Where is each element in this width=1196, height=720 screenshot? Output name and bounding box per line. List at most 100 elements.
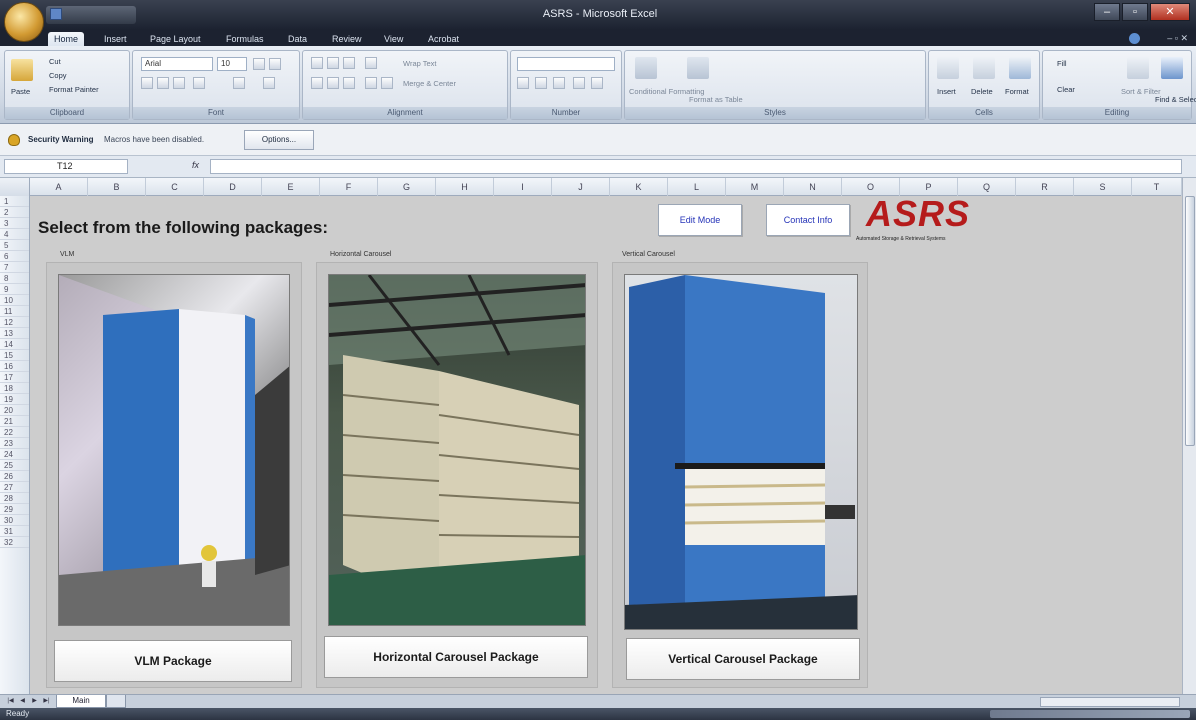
tab-page-layout[interactable]: Page Layout — [150, 32, 201, 46]
zoom-slider[interactable] — [990, 710, 1190, 718]
row-header[interactable]: 24 — [0, 449, 29, 460]
column-header[interactable]: R — [1016, 178, 1074, 196]
row-header[interactable]: 3 — [0, 218, 29, 229]
orientation-icon[interactable] — [365, 57, 377, 69]
underline-icon[interactable] — [173, 77, 185, 89]
close-button[interactable]: ✕ — [1150, 3, 1190, 21]
row-header[interactable]: 22 — [0, 427, 29, 438]
increase-decimal-icon[interactable] — [573, 77, 585, 89]
column-header[interactable]: C — [146, 178, 204, 196]
fill-button[interactable]: Fill — [1057, 59, 1067, 68]
function-icon[interactable]: fx — [192, 160, 204, 173]
column-header[interactable]: K — [610, 178, 668, 196]
insert-cells-icon[interactable] — [937, 57, 959, 79]
office-button[interactable] — [4, 2, 44, 42]
row-header[interactable]: 26 — [0, 471, 29, 482]
clear-button[interactable]: Clear — [1057, 85, 1075, 94]
font-name-input[interactable]: Arial — [141, 57, 213, 71]
row-header[interactable]: 12 — [0, 317, 29, 328]
horizontal-scrollbar[interactable] — [1040, 697, 1180, 707]
vlm-photo[interactable] — [58, 274, 290, 626]
minimize-button[interactable]: – — [1094, 3, 1120, 21]
last-sheet-icon[interactable]: ▶| — [42, 697, 51, 706]
delete-button[interactable]: Delete — [971, 87, 993, 96]
options-button[interactable]: Options... — [244, 130, 314, 150]
font-color-icon[interactable] — [263, 77, 275, 89]
formula-input[interactable] — [210, 159, 1182, 174]
delete-cells-icon[interactable] — [973, 57, 995, 79]
row-header[interactable]: 30 — [0, 515, 29, 526]
column-header[interactable]: S — [1074, 178, 1132, 196]
paste-button[interactable]: Paste — [11, 87, 30, 96]
row-header[interactable]: 31 — [0, 526, 29, 537]
merge-center-button[interactable]: Merge & Center — [403, 79, 456, 88]
column-header[interactable]: J — [552, 178, 610, 196]
edit-mode-button[interactable]: Edit Mode — [658, 204, 742, 236]
copy-button[interactable]: Copy — [49, 71, 67, 80]
percent-icon[interactable] — [535, 77, 547, 89]
format-cells-icon[interactable] — [1009, 57, 1031, 79]
name-box[interactable]: T12 — [4, 159, 128, 174]
row-header[interactable]: 10 — [0, 295, 29, 306]
contact-info-button[interactable]: Contact Info — [766, 204, 850, 236]
fill-color-icon[interactable] — [233, 77, 245, 89]
row-header[interactable]: 25 — [0, 460, 29, 471]
vertical-scrollbar[interactable] — [1182, 178, 1196, 694]
row-header[interactable]: 27 — [0, 482, 29, 493]
borders-icon[interactable] — [193, 77, 205, 89]
tab-view[interactable]: View — [384, 32, 403, 46]
maximize-button[interactable]: ▫ — [1122, 3, 1148, 21]
vlm-package-button[interactable]: VLM Package — [54, 640, 292, 682]
align-left-icon[interactable] — [311, 77, 323, 89]
help-icon[interactable] — [1129, 33, 1140, 44]
format-painter-button[interactable]: Format Painter — [49, 85, 99, 94]
sort-filter-icon[interactable] — [1127, 57, 1149, 79]
comma-style-icon[interactable] — [553, 77, 565, 89]
select-all-corner[interactable] — [0, 178, 30, 196]
row-header[interactable]: 6 — [0, 251, 29, 262]
italic-icon[interactable] — [157, 77, 169, 89]
currency-icon[interactable] — [517, 77, 529, 89]
align-top-icon[interactable] — [311, 57, 323, 69]
format-as-table-icon[interactable] — [687, 57, 709, 79]
row-header[interactable]: 16 — [0, 361, 29, 372]
decrease-decimal-icon[interactable] — [591, 77, 603, 89]
vertical-carousel-photo[interactable] — [624, 274, 858, 630]
column-header[interactable]: I — [494, 178, 552, 196]
column-header[interactable]: G — [378, 178, 436, 196]
column-header[interactable]: H — [436, 178, 494, 196]
row-header[interactable]: 2 — [0, 207, 29, 218]
horizontal-carousel-photo[interactable] — [328, 274, 586, 626]
cut-button[interactable]: Cut — [49, 57, 61, 66]
sheet-tab-main[interactable]: Main — [56, 695, 106, 708]
row-header[interactable]: 1 — [0, 196, 29, 207]
row-header[interactable]: 19 — [0, 394, 29, 405]
row-header[interactable]: 15 — [0, 350, 29, 361]
quick-access-toolbar[interactable] — [46, 6, 136, 24]
insert-button[interactable]: Insert — [937, 87, 956, 96]
document-window-controls[interactable]: – ▫ ✕ — [1167, 33, 1188, 44]
binoculars-icon[interactable] — [1161, 57, 1183, 79]
align-center-icon[interactable] — [327, 77, 339, 89]
font-size-input[interactable]: 10 — [217, 57, 247, 71]
align-right-icon[interactable] — [343, 77, 355, 89]
row-header[interactable]: 21 — [0, 416, 29, 427]
wrap-text-button[interactable]: Wrap Text — [403, 59, 437, 68]
save-icon[interactable] — [50, 8, 62, 20]
shrink-font-icon[interactable] — [269, 58, 281, 70]
format-button[interactable]: Format — [1005, 87, 1029, 96]
column-header[interactable]: L — [668, 178, 726, 196]
tab-home[interactable]: Home — [48, 32, 85, 46]
row-header[interactable]: 28 — [0, 493, 29, 504]
row-header[interactable]: 18 — [0, 383, 29, 394]
align-middle-icon[interactable] — [327, 57, 339, 69]
row-header[interactable]: 5 — [0, 240, 29, 251]
tab-acrobat[interactable]: Acrobat — [428, 32, 459, 46]
horizontal-carousel-package-button[interactable]: Horizontal Carousel Package — [324, 636, 588, 678]
conditional-formatting-icon[interactable] — [635, 57, 657, 79]
tab-formulas[interactable]: Formulas — [226, 32, 264, 46]
row-header[interactable]: 13 — [0, 328, 29, 339]
tab-review[interactable]: Review — [332, 32, 362, 46]
insert-sheet-tab[interactable] — [106, 695, 126, 708]
tab-data[interactable]: Data — [288, 32, 307, 46]
